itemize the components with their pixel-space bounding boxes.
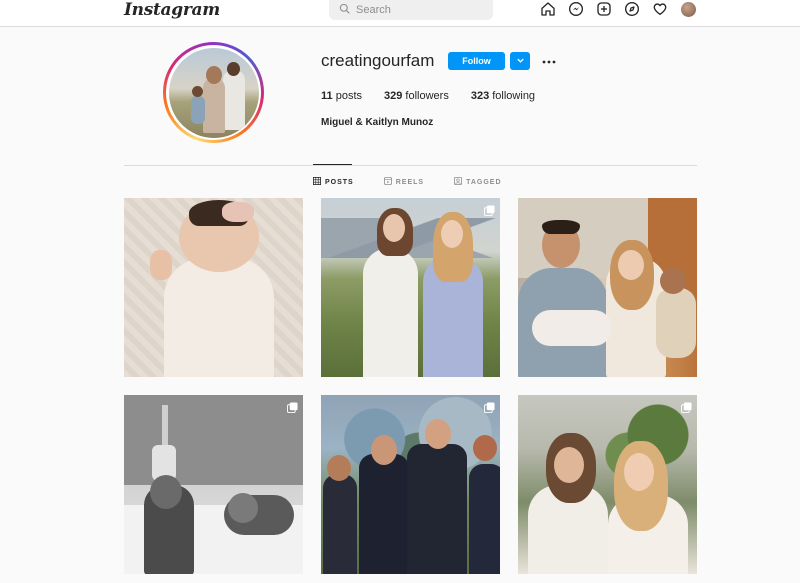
- carousel-icon: [287, 400, 298, 413]
- instagram-logo[interactable]: Instagram: [124, 0, 220, 20]
- tab-posts[interactable]: POSTS: [313, 177, 354, 187]
- post-thumbnail[interactable]: [124, 395, 303, 574]
- post-thumbnail[interactable]: [518, 198, 697, 377]
- top-navigation-bar: Instagram: [0, 0, 800, 27]
- post-thumbnail[interactable]: [321, 395, 500, 574]
- profile-full-name: Miguel & Kaitlyn Munoz: [321, 117, 434, 128]
- tagged-icon: [454, 177, 463, 187]
- nav-icons: [540, 1, 696, 17]
- post-thumbnail[interactable]: [321, 198, 500, 377]
- explore-icon[interactable]: [624, 1, 640, 17]
- activity-heart-icon[interactable]: [652, 1, 668, 17]
- section-divider: [124, 165, 697, 166]
- home-icon[interactable]: [540, 1, 556, 17]
- suggested-accounts-button[interactable]: [510, 52, 530, 70]
- tab-reels[interactable]: REELS: [383, 177, 424, 187]
- followers-stat[interactable]: 329 followers: [384, 90, 449, 102]
- posts-stat: 11 posts: [321, 90, 362, 102]
- posts-grid: [124, 198, 697, 574]
- post-thumbnail[interactable]: [518, 395, 697, 574]
- reels-icon: [383, 177, 392, 187]
- active-tab-indicator: [313, 164, 352, 165]
- carousel-icon: [681, 400, 692, 413]
- profile-picture: [168, 47, 259, 138]
- new-post-icon[interactable]: [596, 1, 612, 17]
- search-icon: [339, 1, 350, 19]
- carousel-icon: [484, 203, 495, 216]
- profile-picture-story-ring[interactable]: [163, 42, 264, 143]
- grid-icon: [313, 177, 321, 187]
- carousel-icon: [484, 400, 495, 413]
- profile-tabs: POSTS REELS TAGGED: [313, 177, 502, 187]
- profile-avatar[interactable]: [680, 1, 696, 17]
- search-input[interactable]: [356, 4, 476, 16]
- following-stat[interactable]: 323 following: [471, 90, 535, 102]
- chevron-down-icon: [516, 52, 525, 70]
- tab-tagged[interactable]: TAGGED: [454, 177, 501, 187]
- more-horizontal-icon: [542, 51, 556, 69]
- messenger-icon[interactable]: [568, 1, 584, 17]
- profile-stats: 11 posts 329 followers 323 following: [321, 90, 535, 102]
- post-thumbnail[interactable]: [124, 198, 303, 377]
- search-box[interactable]: [329, 0, 493, 20]
- profile-username: creatingourfam: [321, 51, 435, 70]
- follow-button[interactable]: Follow: [448, 52, 505, 70]
- more-options-button[interactable]: [541, 53, 557, 67]
